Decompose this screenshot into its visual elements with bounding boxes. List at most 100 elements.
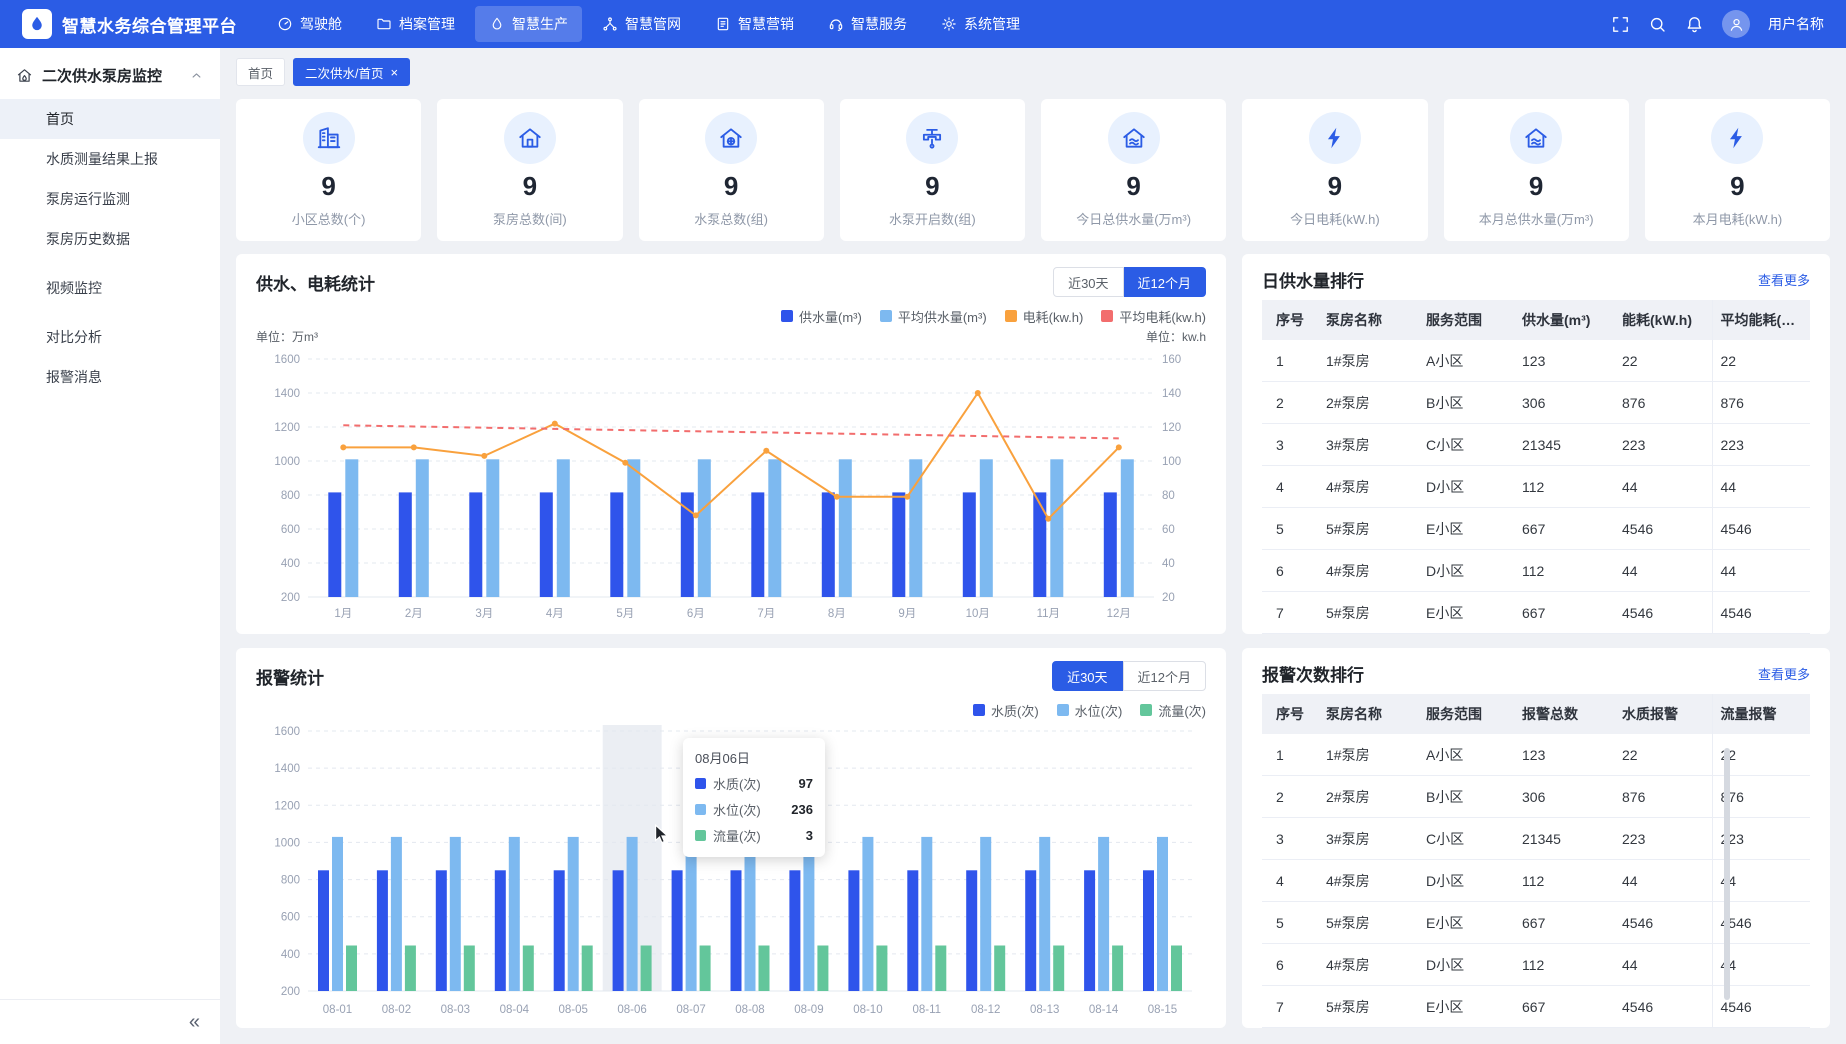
bar[interactable] <box>328 492 341 597</box>
bar[interactable] <box>554 870 565 991</box>
sidebar-item-1[interactable]: 水质测量结果上报 <box>0 139 220 179</box>
legend-item-3[interactable]: 平均电耗(kw.h) <box>1101 307 1206 326</box>
nav-item-0[interactable]: 驾驶舱 <box>263 6 356 42</box>
bar[interactable] <box>966 870 977 991</box>
bar[interactable] <box>759 946 770 992</box>
range-button-0[interactable]: 近30天 <box>1052 661 1122 691</box>
bar[interactable] <box>686 837 697 991</box>
bar[interactable] <box>817 946 828 992</box>
bar[interactable] <box>613 870 624 991</box>
bar[interactable] <box>405 946 416 992</box>
bar[interactable] <box>803 837 814 991</box>
bar[interactable] <box>318 870 329 991</box>
nav-item-2[interactable]: 智慧生产 <box>475 6 582 42</box>
bar[interactable] <box>1171 946 1182 992</box>
line-point[interactable] <box>904 494 910 500</box>
bar[interactable] <box>416 459 429 597</box>
range-button-0[interactable]: 近30天 <box>1053 267 1123 297</box>
bar[interactable] <box>436 870 447 991</box>
bar[interactable] <box>1025 870 1036 991</box>
bar[interactable] <box>698 459 711 597</box>
bar[interactable] <box>1053 946 1064 992</box>
bar[interactable] <box>1157 837 1168 991</box>
bar[interactable] <box>1050 459 1063 597</box>
tab-0[interactable]: 首页 <box>236 58 285 86</box>
line-point[interactable] <box>975 390 981 396</box>
bar[interactable] <box>907 870 918 991</box>
sidebar-item-5[interactable]: 对比分析 <box>0 317 220 357</box>
sidebar-module-header[interactable]: 二次供水泵房监控 <box>0 48 220 99</box>
bar[interactable] <box>980 837 991 991</box>
bar[interactable] <box>980 459 993 597</box>
legend-item-0[interactable]: 供水量(m³) <box>781 307 862 326</box>
bar[interactable] <box>391 837 402 991</box>
bar[interactable] <box>557 459 570 597</box>
bar[interactable] <box>469 492 482 597</box>
tab-close-icon[interactable]: × <box>391 66 399 79</box>
bar[interactable] <box>751 492 764 597</box>
sidebar-item-4[interactable]: 视频监控 <box>0 268 220 308</box>
bar[interactable] <box>464 946 475 992</box>
bar[interactable] <box>523 946 534 992</box>
bar[interactable] <box>377 870 388 991</box>
nav-item-1[interactable]: 档案管理 <box>362 6 469 42</box>
bar[interactable] <box>495 870 506 991</box>
sidebar-item-0[interactable]: 首页 <box>0 99 220 139</box>
sidebar-item-2[interactable]: 泵房运行监测 <box>0 179 220 219</box>
bar[interactable] <box>1143 870 1154 991</box>
bar[interactable] <box>346 946 357 992</box>
tab-1[interactable]: 二次供水/首页× <box>293 58 410 86</box>
bar[interactable] <box>610 492 623 597</box>
line-point[interactable] <box>1045 516 1051 522</box>
bar[interactable] <box>1084 870 1095 991</box>
bar[interactable] <box>731 870 742 991</box>
nav-item-5[interactable]: 智慧服务 <box>814 6 921 42</box>
legend-item-1[interactable]: 水位(次) <box>1057 701 1123 720</box>
bar[interactable] <box>963 492 976 597</box>
sidebar-collapse-button[interactable]: « <box>189 1012 200 1032</box>
search-icon[interactable] <box>1648 15 1667 34</box>
bar[interactable] <box>935 946 946 992</box>
bar[interactable] <box>540 492 553 597</box>
sidebar-item-6[interactable]: 报警消息 <box>0 357 220 397</box>
bar[interactable] <box>892 492 905 597</box>
bar[interactable] <box>1098 837 1109 991</box>
bar[interactable] <box>1104 492 1117 597</box>
line-point[interactable] <box>693 512 699 518</box>
bar[interactable] <box>1112 946 1123 992</box>
table-vertical-scrollbar[interactable] <box>1724 748 1730 1000</box>
supply-energy-chart[interactable]: 2002040040600608008010001001200120140014… <box>256 345 1206 625</box>
bar[interactable] <box>994 946 1005 992</box>
bar[interactable] <box>839 459 852 597</box>
nav-item-3[interactable]: 智慧管网 <box>588 6 695 42</box>
fullscreen-icon[interactable] <box>1611 15 1630 34</box>
line-point[interactable] <box>481 453 487 459</box>
legend-item-2[interactable]: 电耗(kw.h) <box>1005 307 1084 326</box>
bar[interactable] <box>486 459 499 597</box>
user-name[interactable]: 用户名称 <box>1768 14 1824 34</box>
line-point[interactable] <box>552 421 558 427</box>
line-point[interactable] <box>340 444 346 450</box>
bar[interactable] <box>627 459 640 597</box>
legend-item-1[interactable]: 平均供水量(m³) <box>880 307 987 326</box>
bar[interactable] <box>582 946 593 992</box>
bar[interactable] <box>332 837 343 991</box>
nav-item-6[interactable]: 系统管理 <box>927 6 1034 42</box>
bar[interactable] <box>399 492 412 597</box>
line-point[interactable] <box>622 460 628 466</box>
range-button-1[interactable]: 近12个月 <box>1123 661 1206 691</box>
bar[interactable] <box>822 492 835 597</box>
bar[interactable] <box>848 870 859 991</box>
view-more-link[interactable]: 查看更多 <box>1758 664 1810 683</box>
bar[interactable] <box>909 459 922 597</box>
bar[interactable] <box>862 837 873 991</box>
nav-item-4[interactable]: 智慧营销 <box>701 6 808 42</box>
bar[interactable] <box>345 459 358 597</box>
bell-icon[interactable] <box>1685 15 1704 34</box>
view-more-link[interactable]: 查看更多 <box>1758 270 1810 289</box>
legend-item-0[interactable]: 水质(次) <box>973 701 1039 720</box>
line-point[interactable] <box>411 444 417 450</box>
bar[interactable] <box>1121 459 1134 597</box>
bar[interactable] <box>700 946 711 992</box>
range-button-1[interactable]: 近12个月 <box>1124 267 1206 297</box>
